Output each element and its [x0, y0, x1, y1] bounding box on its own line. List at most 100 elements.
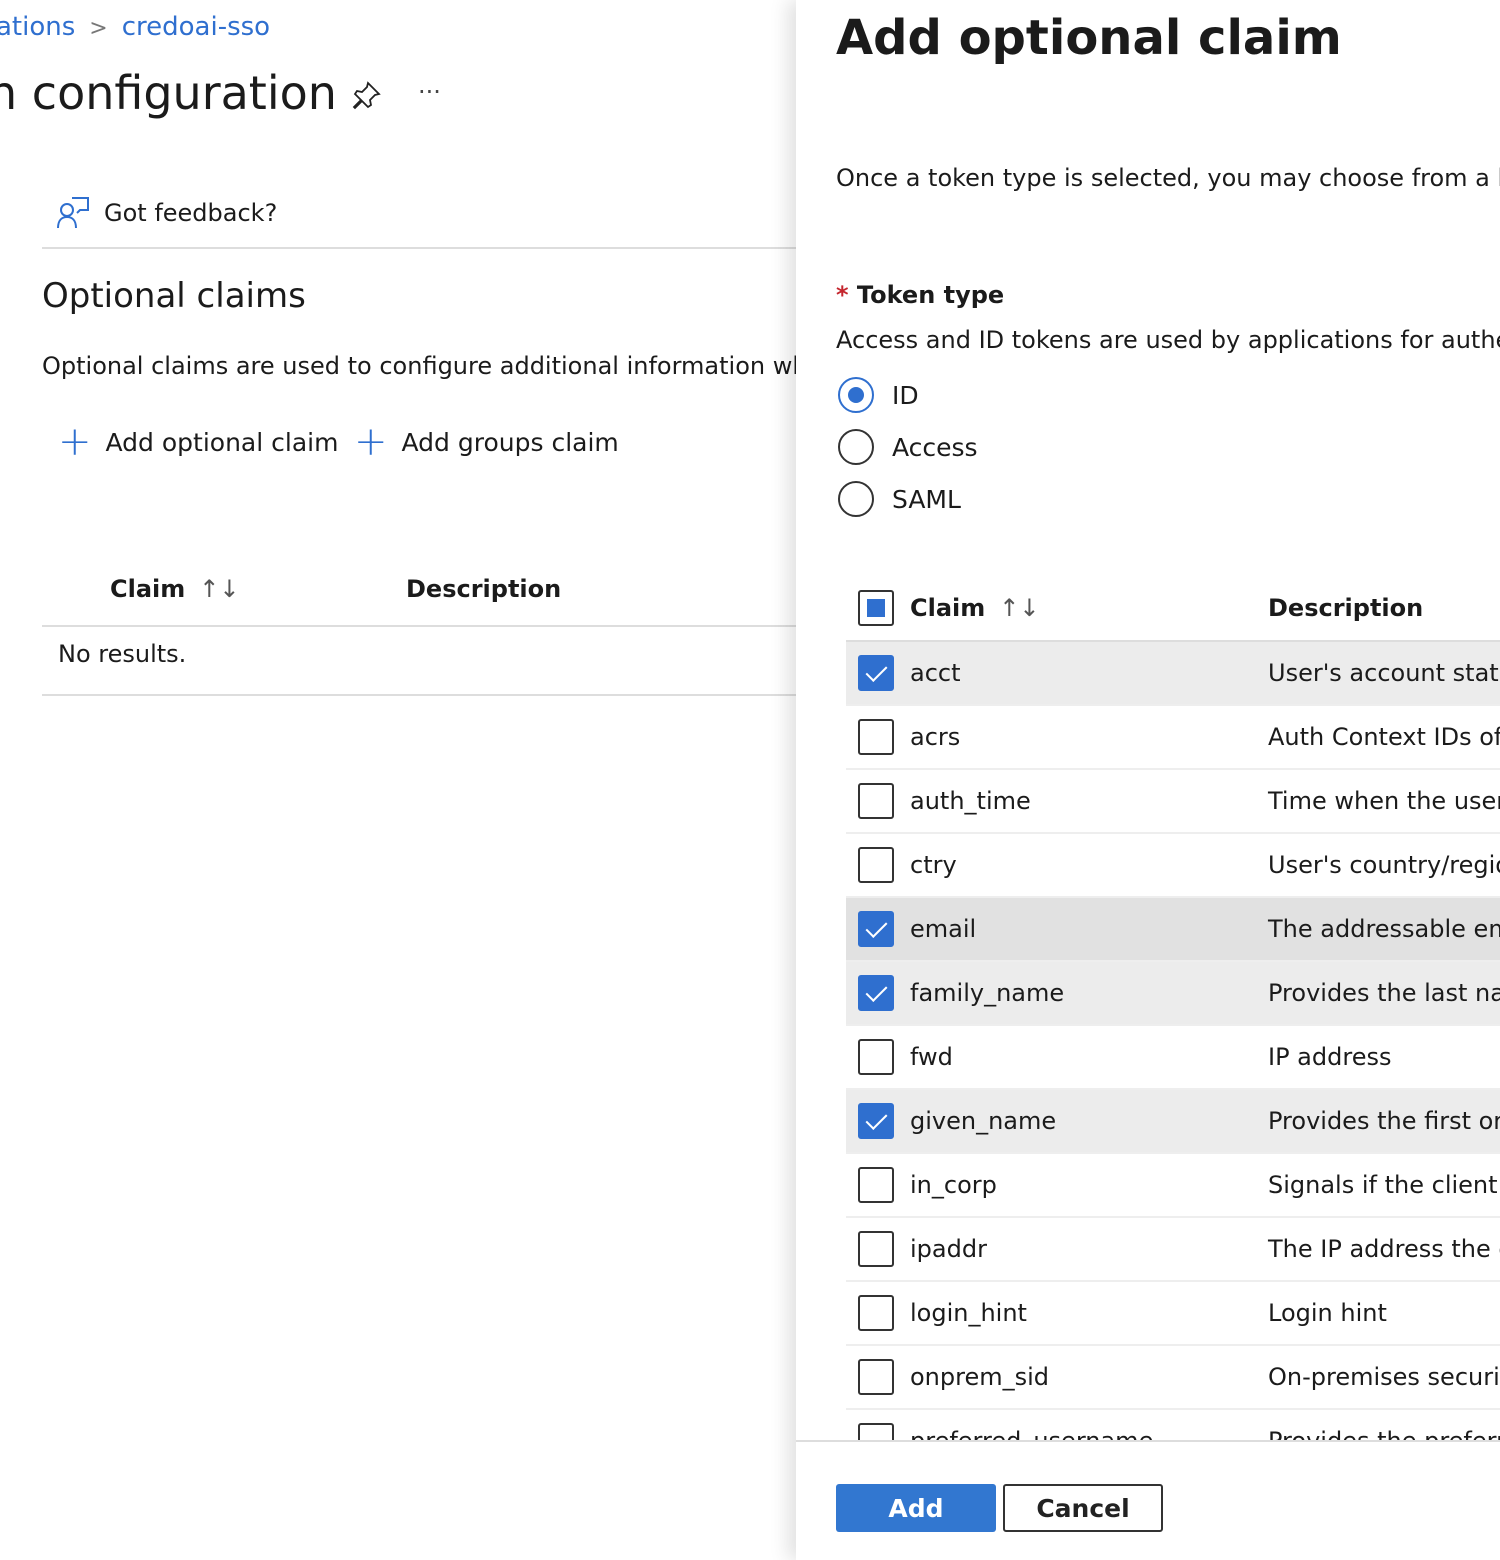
- claim-description: Time when the user: [1268, 787, 1500, 815]
- add-groups-claim-button[interactable]: + Add groups claim: [354, 422, 619, 462]
- claim-description: Provides the last name: [1268, 979, 1500, 1007]
- panel-title: Add optional claim: [836, 10, 1342, 66]
- table-row[interactable]: family_name Provides the last name: [846, 962, 1500, 1026]
- row-checkbox[interactable]: [858, 719, 894, 755]
- add-button[interactable]: Add: [836, 1484, 996, 1532]
- claim-name: family_name: [910, 979, 1065, 1007]
- more-options-button[interactable]: ···: [418, 78, 441, 106]
- table-row[interactable]: preferred_username Provides the preferred: [846, 1410, 1500, 1440]
- select-all-checkbox[interactable]: [858, 590, 894, 626]
- plus-icon: +: [58, 419, 92, 465]
- breadcrumb-link[interactable]: ations: [0, 12, 75, 42]
- radio-button[interactable]: [838, 429, 874, 465]
- claim-name: fwd: [910, 1043, 953, 1071]
- column-header-description: Description: [406, 575, 562, 603]
- feedback-icon: [57, 197, 89, 229]
- divider: [42, 625, 800, 627]
- radio-label: ID: [892, 380, 919, 410]
- table-row[interactable]: given_name Provides the first or: [846, 1090, 1500, 1154]
- claim-name: auth_time: [910, 787, 1031, 815]
- claim-description: Login hint: [1268, 1299, 1387, 1327]
- feedback-label: Got feedback?: [104, 199, 278, 227]
- claim-name: given_name: [910, 1107, 1057, 1135]
- radio-saml[interactable]: SAML: [838, 481, 961, 517]
- button-label: Add groups claim: [401, 427, 619, 457]
- breadcrumb: ations > credoai-sso: [0, 12, 270, 42]
- claim-name: acct: [910, 659, 961, 687]
- row-checkbox[interactable]: [858, 975, 894, 1011]
- claim-description: Provides the preferred: [1268, 1427, 1500, 1440]
- table-row[interactable]: onprem_sid On-premises security: [846, 1346, 1500, 1410]
- radio-id[interactable]: ID: [838, 377, 919, 413]
- row-checkbox[interactable]: [858, 1295, 894, 1331]
- radio-button[interactable]: [838, 377, 874, 413]
- claim-description: Provides the first or: [1268, 1107, 1500, 1135]
- empty-state: No results.: [58, 640, 187, 668]
- add-optional-claim-button[interactable]: + Add optional claim: [58, 422, 338, 462]
- sort-icon[interactable]: ↑↓: [199, 575, 239, 603]
- app-registration-page: ations > credoai-sso n configuration ··· G…: [0, 0, 800, 1560]
- cancel-button[interactable]: Cancel: [1003, 1484, 1163, 1532]
- divider: [42, 694, 800, 696]
- breadcrumb-link[interactable]: credoai-sso: [122, 12, 270, 42]
- chevron-right-icon: >: [89, 16, 108, 41]
- claim-name: acrs: [910, 723, 961, 751]
- token-type-label: * Token type: [836, 281, 1005, 309]
- table-row[interactable]: acrs Auth Context IDs of: [846, 706, 1500, 770]
- column-header-claim[interactable]: Claim ↑↓: [910, 594, 1040, 622]
- feedback-button[interactable]: Got feedback?: [56, 196, 277, 230]
- claim-name: in_corp: [910, 1171, 997, 1199]
- row-checkbox[interactable]: [858, 847, 894, 883]
- pin-icon[interactable]: [350, 80, 382, 119]
- table-header: Claim ↑↓ Description: [846, 576, 1500, 642]
- claim-name: email: [910, 915, 977, 943]
- plus-icon: +: [354, 419, 388, 465]
- claim-description: The addressable email: [1268, 915, 1500, 943]
- radio-label: SAML: [892, 484, 961, 514]
- table-row[interactable]: ctry User's country/region: [846, 834, 1500, 898]
- row-checkbox[interactable]: [858, 1103, 894, 1139]
- claim-name: login_hint: [910, 1299, 1027, 1327]
- radio-button[interactable]: [838, 481, 874, 517]
- button-label: Add optional claim: [105, 427, 339, 457]
- table-row[interactable]: auth_time Time when the user: [846, 770, 1500, 834]
- row-checkbox[interactable]: [858, 1167, 894, 1203]
- sort-icon[interactable]: ↑↓: [999, 594, 1039, 622]
- table-row[interactable]: ipaddr The IP address the cl: [846, 1218, 1500, 1282]
- table-row[interactable]: login_hint Login hint: [846, 1282, 1500, 1346]
- claim-description: IP address: [1268, 1043, 1392, 1071]
- row-checkbox[interactable]: [858, 655, 894, 691]
- radio-access[interactable]: Access: [838, 429, 978, 465]
- claim-description: Signals if the client is: [1268, 1171, 1500, 1199]
- table-row[interactable]: in_corp Signals if the client is: [846, 1154, 1500, 1218]
- panel-intro: Once a token type is selected, you may c…: [836, 164, 1500, 192]
- row-checkbox[interactable]: [858, 1039, 894, 1075]
- table-row[interactable]: email The addressable email: [846, 898, 1500, 962]
- page-title: n configuration: [0, 66, 337, 120]
- table-row[interactable]: acct User's account status: [846, 642, 1500, 706]
- table-row[interactable]: fwd IP address: [846, 1026, 1500, 1090]
- claim-description: User's account status: [1268, 659, 1500, 687]
- claim-name: preferred_username: [910, 1427, 1153, 1440]
- claim-description: Auth Context IDs of: [1268, 723, 1500, 751]
- claim-name: ctry: [910, 851, 957, 879]
- column-header-claim[interactable]: Claim ↑↓: [110, 575, 240, 603]
- divider: [42, 247, 800, 249]
- row-checkbox[interactable]: [858, 1231, 894, 1267]
- row-checkbox[interactable]: [858, 783, 894, 819]
- row-checkbox[interactable]: [858, 1359, 894, 1395]
- row-checkbox[interactable]: [858, 1423, 894, 1440]
- claim-description: User's country/region: [1268, 851, 1500, 879]
- claim-name: onprem_sid: [910, 1363, 1050, 1391]
- radio-label: Access: [892, 432, 978, 462]
- token-type-description: Access and ID tokens are used by applica…: [836, 326, 1500, 354]
- column-header-description: Description: [1268, 594, 1424, 622]
- claims-table: Claim ↑↓ Description acct User's account s…: [846, 576, 1500, 1440]
- claim-description: On-premises security: [1268, 1363, 1500, 1391]
- claim-name: ipaddr: [910, 1235, 987, 1263]
- panel-footer: Add Cancel: [796, 1440, 1500, 1560]
- row-checkbox[interactable]: [858, 911, 894, 947]
- claim-description: The IP address the cl: [1268, 1235, 1500, 1263]
- section-title: Optional claims: [42, 276, 306, 316]
- add-optional-claim-panel: Add optional claim Once a token type is …: [796, 0, 1500, 1560]
